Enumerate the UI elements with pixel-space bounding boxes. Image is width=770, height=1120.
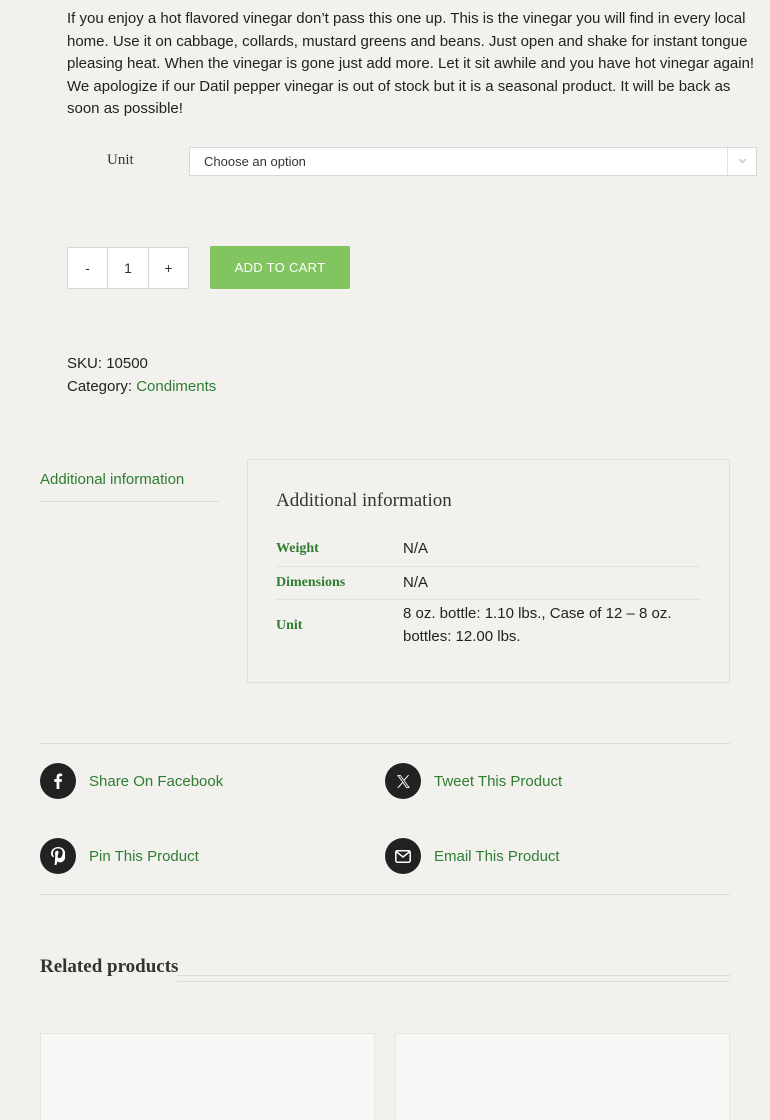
category-link[interactable]: Condiments	[136, 378, 216, 395]
attribute-key: Dimensions	[276, 575, 346, 590]
product-meta: SKU: 10500 Category: Condiments	[67, 353, 216, 398]
share-pinterest-button[interactable]: Pin This Product	[40, 838, 199, 874]
quantity-stepper: - 1 +	[67, 247, 189, 289]
related-product-card[interactable]	[40, 1033, 375, 1120]
tab-label: Additional information	[40, 471, 185, 488]
quantity-increase-button[interactable]: +	[148, 247, 189, 289]
divider	[40, 743, 730, 744]
related-products-title: Related products	[40, 956, 179, 977]
related-product-card[interactable]	[395, 1033, 730, 1120]
unit-select-value: Choose an option	[204, 154, 306, 169]
share-facebook-label: Share On Facebook	[89, 772, 224, 790]
sku-label: SKU:	[67, 355, 103, 372]
sku-value: 10500	[106, 355, 148, 372]
related-title-separator	[177, 975, 730, 982]
pinterest-icon	[40, 838, 76, 874]
tab-additional-information[interactable]: Additional information	[40, 464, 219, 502]
sku-line: SKU: 10500	[67, 353, 216, 376]
attribute-value: 8 oz. bottle: 1.10 lbs., Case of 12 – 8 …	[403, 605, 672, 645]
envelope-icon	[385, 838, 421, 874]
attribute-row-weight: Weight N/A	[276, 533, 701, 567]
share-facebook-button[interactable]: Share On Facebook	[40, 763, 223, 799]
quantity-input[interactable]: 1	[108, 247, 148, 289]
attribute-key: Unit	[276, 618, 303, 633]
share-twitter-button[interactable]: Tweet This Product	[385, 763, 562, 799]
quantity-decrease-button[interactable]: -	[67, 247, 108, 289]
attribute-row-unit: Unit 8 oz. bottle: 1.10 lbs., Case of 12…	[276, 600, 701, 654]
divider	[40, 894, 730, 895]
unit-select[interactable]: Choose an option	[189, 147, 757, 176]
share-email-label: Email This Product	[434, 847, 560, 865]
attribute-value: N/A	[403, 540, 429, 557]
share-pinterest-label: Pin This Product	[89, 847, 199, 865]
category-line: Category: Condiments	[67, 376, 216, 399]
share-twitter-label: Tweet This Product	[434, 772, 563, 790]
additional-info-panel: Additional information Weight N/A Dimens…	[247, 459, 730, 683]
product-description: If you enjoy a hot flavored vinegar don’…	[67, 10, 755, 117]
chevron-down-icon	[727, 148, 756, 175]
attribute-key: Weight	[276, 541, 319, 556]
add-to-cart-button[interactable]: ADD TO CART	[210, 246, 350, 289]
attribute-value: N/A	[403, 574, 429, 591]
attribute-row-dimensions: Dimensions N/A	[276, 567, 701, 600]
category-label: Category:	[67, 377, 133, 395]
x-twitter-icon	[385, 763, 421, 799]
share-email-button[interactable]: Email This Product	[385, 838, 560, 874]
unit-label: Unit	[107, 152, 134, 168]
facebook-icon	[40, 763, 76, 799]
panel-title: Additional information	[276, 490, 452, 511]
